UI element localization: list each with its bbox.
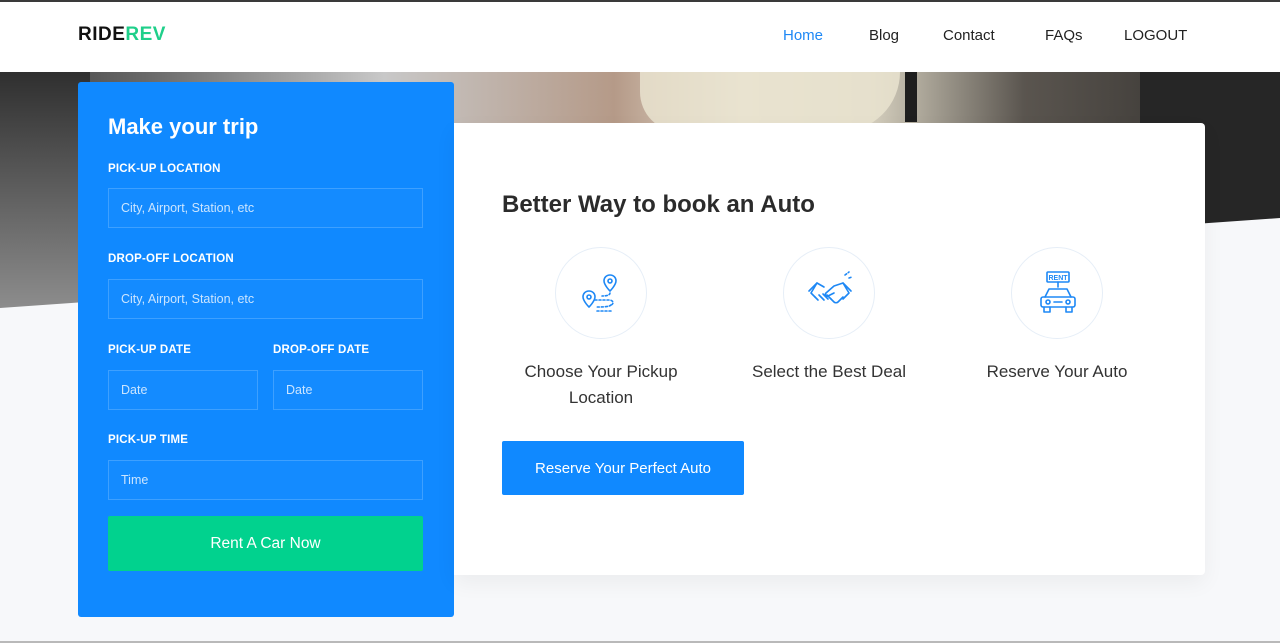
reserve-perfect-auto-button[interactable]: Reserve Your Perfect Auto [502, 441, 744, 495]
dropoff-location-label: DROP-OFF LOCATION [108, 253, 234, 265]
booking-title: Make your trip [108, 114, 259, 139]
trip-booking-form: Make your trip PICK-UP LOCATION DROP-OFF… [78, 82, 454, 617]
service-label-pickup: Choose Your Pickup Location [524, 362, 678, 407]
pickup-location-label: PICK-UP LOCATION [108, 163, 221, 175]
nav-blog[interactable]: Blog [869, 27, 899, 44]
svg-text:RENT: RENT [1048, 275, 1068, 282]
nav-contact[interactable]: Contact [943, 27, 995, 44]
dropoff-location-input[interactable] [108, 279, 423, 319]
services-card: Better Way to book an Auto Choose Your P… [454, 123, 1205, 575]
main-nav: Home Blog Contact FAQs LOGOUT [0, 27, 1280, 51]
nav-faqs[interactable]: FAQs [1045, 27, 1083, 44]
service-label-deal: Select the Best Deal [751, 362, 907, 381]
pickup-location-input[interactable] [108, 188, 423, 228]
dropoff-date-label: DROP-OFF DATE [273, 344, 370, 356]
dropoff-date-input[interactable] [273, 370, 423, 410]
pickup-time-input[interactable] [108, 460, 423, 500]
rent-car-icon: RENT [1011, 247, 1103, 339]
nav-logout[interactable]: LOGOUT [1124, 27, 1187, 44]
site-header: RIDEREV Home Blog Contact FAQs LOGOUT [0, 2, 1280, 72]
handshake-icon [783, 247, 875, 339]
pickup-time-label: PICK-UP TIME [108, 434, 189, 446]
pickup-date-label: PICK-UP DATE [108, 344, 192, 356]
service-label-reserve: Reserve Your Auto [986, 362, 1128, 381]
rent-car-now-button[interactable]: Rent A Car Now [108, 516, 423, 571]
nav-home[interactable]: Home [783, 27, 823, 44]
route-pin-icon [555, 247, 647, 339]
pickup-date-input[interactable] [108, 370, 258, 410]
services-title: Better Way to book an Auto [502, 191, 815, 218]
